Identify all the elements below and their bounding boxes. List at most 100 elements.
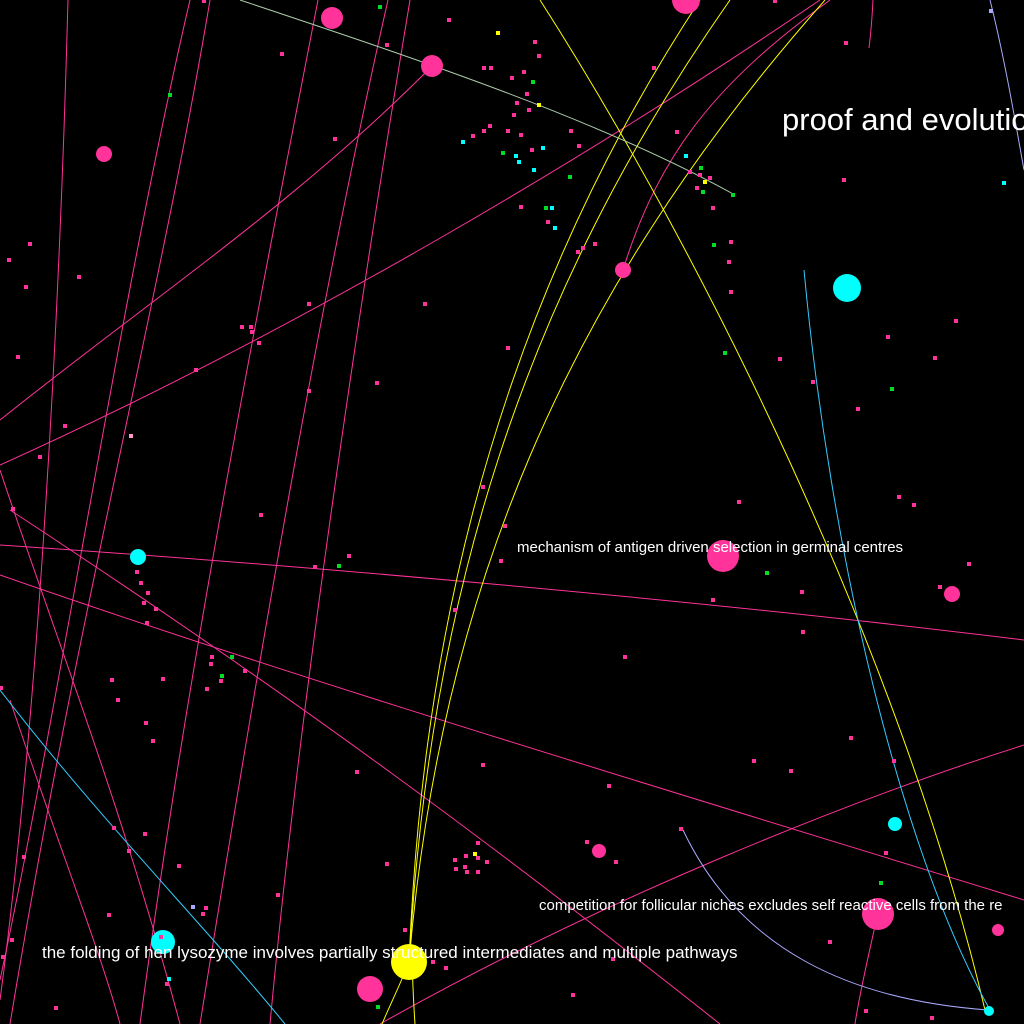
small-graph-node[interactable] [737,500,741,504]
graph-node[interactable] [833,274,861,302]
small-graph-node[interactable] [571,993,575,997]
small-graph-node[interactable] [607,784,611,788]
small-graph-node[interactable] [205,687,209,691]
small-graph-node[interactable] [464,854,468,858]
small-graph-node[interactable] [897,495,901,499]
small-graph-node[interactable] [194,368,198,372]
small-graph-node[interactable] [522,70,526,74]
small-graph-node[interactable] [541,146,545,150]
small-graph-node[interactable] [531,80,535,84]
small-graph-node[interactable] [698,173,702,177]
small-graph-node[interactable] [145,621,149,625]
small-graph-node[interactable] [727,260,731,264]
small-graph-node[interactable] [537,103,541,107]
small-graph-node[interactable] [765,571,769,575]
small-graph-node[interactable] [139,581,143,585]
small-graph-node[interactable] [856,407,860,411]
small-graph-node[interactable] [116,698,120,702]
small-graph-node[interactable] [347,554,351,558]
graph-node[interactable] [984,1006,994,1016]
small-graph-node[interactable] [890,387,894,391]
small-graph-node[interactable] [517,160,521,164]
small-graph-node[interactable] [1,955,5,959]
small-graph-node[interactable] [729,240,733,244]
small-graph-node[interactable] [849,736,853,740]
small-graph-node[interactable] [695,186,699,190]
small-graph-node[interactable] [879,881,883,885]
small-graph-node[interactable] [789,769,793,773]
graph-node[interactable] [96,146,112,162]
small-graph-node[interactable] [773,0,777,3]
small-graph-node[interactable] [711,206,715,210]
small-graph-node[interactable] [11,507,15,511]
small-graph-node[interactable] [154,607,158,611]
small-graph-node[interactable] [514,154,518,158]
small-graph-node[interactable] [506,346,510,350]
small-graph-node[interactable] [143,832,147,836]
small-graph-node[interactable] [533,40,537,44]
small-graph-node[interactable] [699,166,703,170]
small-graph-node[interactable] [129,434,133,438]
small-graph-node[interactable] [461,140,465,144]
small-graph-node[interactable] [257,341,261,345]
small-graph-node[interactable] [159,935,163,939]
small-graph-node[interactable] [623,655,627,659]
small-graph-node[interactable] [10,938,14,942]
small-graph-node[interactable] [54,1006,58,1010]
graph-node[interactable] [592,844,606,858]
small-graph-node[interactable] [752,759,756,763]
small-graph-node[interactable] [307,302,311,306]
small-graph-node[interactable] [512,113,516,117]
small-graph-node[interactable] [307,389,311,393]
small-graph-node[interactable] [499,559,503,563]
small-graph-node[interactable] [22,855,26,859]
small-graph-node[interactable] [201,912,205,916]
small-graph-node[interactable] [168,93,172,97]
small-graph-node[interactable] [550,206,554,210]
small-graph-node[interactable] [375,381,379,385]
small-graph-node[interactable] [546,220,550,224]
graph-node[interactable] [992,924,1004,936]
small-graph-node[interactable] [593,242,597,246]
graph-node[interactable] [357,976,383,1002]
small-graph-node[interactable] [453,608,457,612]
small-graph-node[interactable] [933,356,937,360]
small-graph-node[interactable] [127,849,131,853]
small-graph-node[interactable] [313,565,317,569]
small-graph-node[interactable] [337,564,341,568]
small-graph-node[interactable] [16,355,20,359]
small-graph-node[interactable] [886,335,890,339]
small-graph-node[interactable] [519,205,523,209]
small-graph-node[interactable] [355,770,359,774]
small-graph-node[interactable] [333,137,337,141]
small-graph-node[interactable] [473,852,477,856]
small-graph-node[interactable] [481,485,485,489]
small-graph-node[interactable] [165,982,169,986]
small-graph-node[interactable] [532,168,536,172]
small-graph-node[interactable] [210,655,214,659]
small-graph-node[interactable] [24,285,28,289]
small-graph-node[interactable] [385,862,389,866]
graph-node[interactable] [944,586,960,602]
small-graph-node[interactable] [220,674,224,678]
small-graph-node[interactable] [496,31,500,35]
small-graph-node[interactable] [151,739,155,743]
small-graph-node[interactable] [209,662,213,666]
small-graph-node[interactable] [485,860,489,864]
small-graph-node[interactable] [144,721,148,725]
small-graph-node[interactable] [800,590,804,594]
small-graph-node[interactable] [684,154,688,158]
small-graph-node[interactable] [503,524,507,528]
small-graph-node[interactable] [423,302,427,306]
small-graph-node[interactable] [177,864,181,868]
small-graph-node[interactable] [729,290,733,294]
small-graph-node[interactable] [527,108,531,112]
small-graph-node[interactable] [276,893,280,897]
small-graph-node[interactable] [801,630,805,634]
small-graph-node[interactable] [476,841,480,845]
small-graph-node[interactable] [489,66,493,70]
small-graph-node[interactable] [482,129,486,133]
small-graph-node[interactable] [712,243,716,247]
small-graph-node[interactable] [569,129,573,133]
small-graph-node[interactable] [1002,181,1006,185]
